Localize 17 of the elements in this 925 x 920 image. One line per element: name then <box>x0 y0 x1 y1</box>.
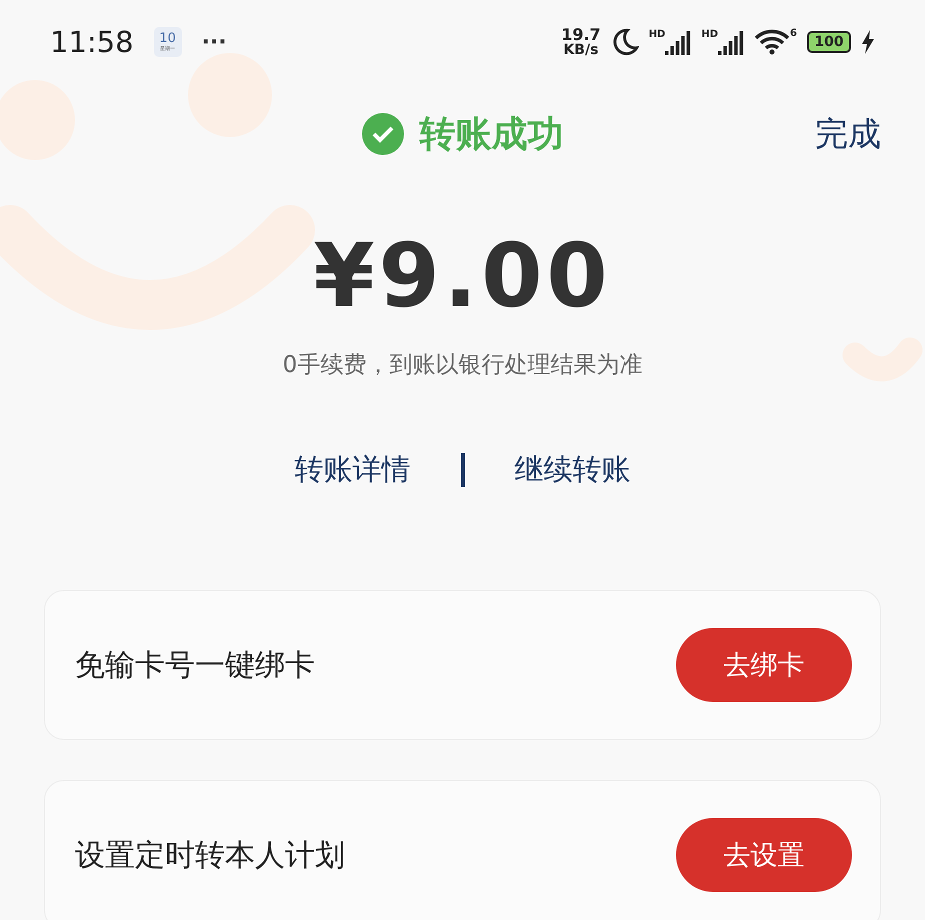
continue-transfer-link[interactable]: 继续转账 <box>514 450 630 490</box>
card-title: 设置定时转本人计划 <box>75 836 345 874</box>
details-link[interactable]: 转账详情 <box>294 450 410 490</box>
fee-note: 0手续费，到账以银行处理结果为准 <box>282 351 644 380</box>
charging-icon <box>861 30 875 54</box>
card-action-button[interactable]: 去设置 <box>676 818 852 892</box>
done-button[interactable]: 完成 <box>815 112 881 156</box>
transfer-amount: ¥9.00 <box>312 224 613 327</box>
moon-icon <box>610 28 639 56</box>
clock-time: 11:58 <box>50 25 134 59</box>
more-notifications: ··· <box>202 30 227 54</box>
network-speed: 19.7 KB/s <box>561 27 601 57</box>
success-title: 转账成功 <box>420 112 564 156</box>
card-title: 免输卡号一键绑卡 <box>75 646 315 684</box>
success-check-icon <box>362 113 404 155</box>
card-action-button[interactable]: 去绑卡 <box>676 628 852 702</box>
battery-icon: 100 <box>807 31 851 53</box>
